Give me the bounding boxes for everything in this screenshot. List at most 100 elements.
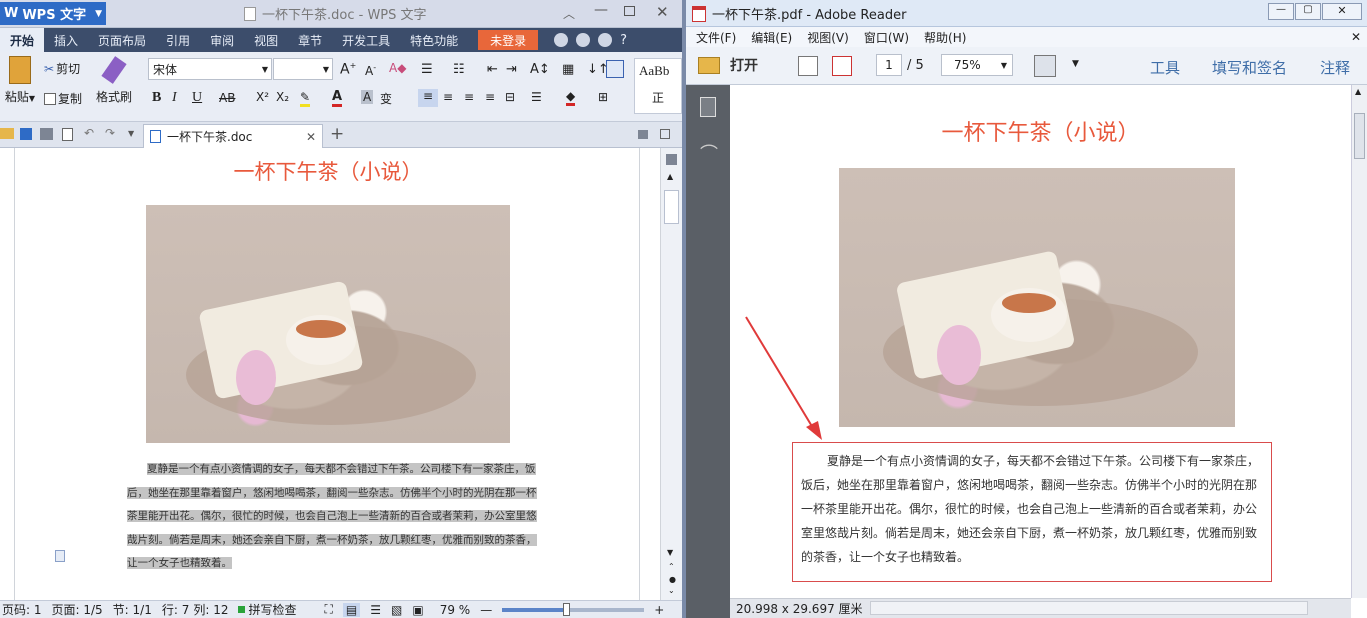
browse-object-icon[interactable]: ●: [669, 575, 676, 584]
reading-view-icon[interactable]: ▣: [412, 603, 423, 617]
bold-button[interactable]: B: [152, 90, 161, 106]
char-shading-button[interactable]: A: [361, 90, 374, 104]
ruler-toggle-icon[interactable]: [666, 154, 677, 165]
minimize-button[interactable]: —: [594, 2, 608, 18]
zoom-slider-thumb[interactable]: [563, 602, 571, 616]
maximize-button[interactable]: [624, 6, 635, 16]
close-button[interactable]: ✕: [1322, 3, 1362, 20]
comment-button[interactable]: 注释: [1320, 57, 1350, 78]
menu-window[interactable]: 窗口(W): [854, 29, 914, 46]
superscript-button[interactable]: X²: [256, 90, 269, 104]
zoom-in-button[interactable]: +: [654, 603, 664, 617]
help-icon[interactable]: ?: [620, 33, 627, 48]
next-page-icon[interactable]: ⌄: [668, 586, 675, 595]
align-left-button[interactable]: ≡: [418, 89, 438, 107]
close-button[interactable]: ✕: [656, 3, 669, 21]
print-preview-icon[interactable]: [62, 128, 73, 141]
close-doc-icon[interactable]: ✕: [1351, 30, 1361, 44]
doc-paragraph[interactable]: 夏静是一个有点小资情调的女子，每天都不会错过下午茶。公司楼下有一家茶庄，饭 后，…: [127, 458, 557, 576]
pages-panel-icon[interactable]: [700, 97, 716, 117]
tab-developer[interactable]: 开发工具: [332, 28, 400, 52]
print-icon[interactable]: [40, 128, 53, 140]
line-spacing-button[interactable]: ☰: [531, 90, 542, 104]
save-icon[interactable]: [20, 128, 32, 140]
show-marks-button[interactable]: [606, 60, 624, 78]
scroll-up-icon[interactable]: ▲: [1355, 87, 1361, 96]
tab-page-layout[interactable]: 页面布局: [88, 28, 156, 52]
page-view-icon[interactable]: ▤: [342, 602, 361, 617]
tab-insert[interactable]: 插入: [44, 28, 88, 52]
align-center-button[interactable]: ≡: [443, 90, 453, 104]
pdf-page[interactable]: 一杯下午茶（小说） 夏静是一个有点小资情调的女子，每天都不会错过下午茶。公司楼下…: [730, 85, 1351, 598]
table-grid-icon[interactable]: ▦: [562, 62, 574, 77]
menu-file[interactable]: 文件(F): [686, 29, 741, 46]
wps-vertical-scrollbar[interactable]: ▲ ▼ ⌃ ● ⌄: [660, 148, 682, 600]
scroll-thumb[interactable]: [664, 190, 679, 224]
document-page[interactable]: 一杯下午茶（小说） 夏静是一个有点小资情调的女子，每天都不会错过下午茶。公司楼下…: [14, 148, 640, 600]
scroll-thumb[interactable]: [1354, 113, 1365, 159]
tab-review[interactable]: 审阅: [200, 28, 244, 52]
grow-font-button[interactable]: A+: [340, 61, 356, 78]
tab-special[interactable]: 特色功能: [400, 28, 468, 52]
settings-icon[interactable]: [598, 33, 613, 47]
indent-button[interactable]: ⇥: [506, 62, 517, 77]
outline-view-icon[interactable]: ☰: [370, 603, 381, 617]
font-size-select[interactable]: ▼: [273, 58, 333, 80]
numbering-button[interactable]: ☷: [453, 62, 465, 77]
chevron-down-icon[interactable]: ▼: [128, 129, 134, 138]
scroll-down-icon[interactable]: ▼: [667, 548, 673, 557]
undo-icon[interactable]: ↶: [84, 126, 94, 140]
feedback-icon[interactable]: [576, 33, 591, 47]
doc-tab[interactable]: 一杯下午茶.doc ✕: [143, 124, 323, 148]
fullscreen-icon[interactable]: ⛶: [325, 602, 333, 617]
wps-app-menu[interactable]: W WPS 文字 ▼: [0, 2, 106, 25]
bullets-button[interactable]: ☰: [421, 62, 433, 77]
folder-open-icon[interactable]: [0, 128, 14, 139]
fit-page-icon[interactable]: [1034, 55, 1056, 77]
menu-help[interactable]: 帮助(H): [914, 29, 971, 46]
shading-button[interactable]: ◆: [566, 89, 576, 106]
login-button[interactable]: 未登录: [478, 30, 539, 50]
cut-button[interactable]: ✂ 剪切: [44, 60, 80, 77]
tab-view[interactable]: 视图: [244, 28, 288, 52]
horizontal-scrollbar[interactable]: [870, 601, 1308, 615]
phonetic-button[interactable]: 变: [380, 90, 392, 107]
skin-icon[interactable]: [554, 33, 569, 47]
tab-menu-icon[interactable]: [660, 129, 670, 139]
zoom-select[interactable]: 75% ▼: [941, 54, 1013, 76]
scroll-up-icon[interactable]: ▲: [667, 172, 673, 181]
shrink-font-button[interactable]: A-: [365, 63, 376, 78]
redo-icon[interactable]: ↷: [105, 126, 115, 140]
prev-page-icon[interactable]: ⌃: [668, 562, 675, 571]
style-gallery[interactable]: AaBb 正: [634, 58, 682, 114]
zoom-out-button[interactable]: —: [480, 603, 492, 617]
minimize-button[interactable]: —: [1268, 3, 1294, 20]
format-painter-button[interactable]: 格式刷: [94, 56, 134, 105]
paragraph-marker-icon[interactable]: [55, 550, 65, 562]
tools-button[interactable]: 工具: [1150, 57, 1180, 78]
justify-button[interactable]: ≡: [485, 90, 495, 104]
fill-sign-button[interactable]: 填写和签名: [1212, 57, 1287, 78]
maximize-button[interactable]: ▢: [1295, 3, 1321, 20]
attachments-icon[interactable]: ⌒: [700, 140, 718, 166]
tab-references[interactable]: 引用: [156, 28, 200, 52]
menu-edit[interactable]: 编辑(E): [741, 29, 797, 46]
distributed-button[interactable]: ⊟: [505, 90, 515, 104]
toolbar-more-icon[interactable]: ▼: [1072, 59, 1079, 69]
subscript-button[interactable]: X₂: [276, 90, 289, 104]
open-button[interactable]: 打开: [698, 55, 758, 75]
clear-format-icon[interactable]: A◆: [389, 61, 406, 75]
strikethrough-button[interactable]: AB: [219, 91, 235, 105]
underline-button[interactable]: U: [192, 90, 202, 106]
paste-button[interactable]: 粘贴▼: [2, 56, 38, 105]
menu-view[interactable]: 视图(V): [797, 29, 854, 46]
border-button[interactable]: ⊞: [598, 90, 608, 104]
tab-start[interactable]: 开始: [0, 28, 45, 52]
sign-pdf-icon[interactable]: [832, 56, 852, 76]
pdf-vertical-scrollbar[interactable]: ▲: [1351, 85, 1367, 598]
font-name-select[interactable]: 宋体 ▼: [148, 58, 272, 80]
web-view-icon[interactable]: ▧: [391, 603, 402, 617]
zoom-slider[interactable]: [502, 602, 645, 616]
tab-list-icon[interactable]: [638, 130, 648, 139]
copy-button[interactable]: 复制: [44, 90, 82, 107]
